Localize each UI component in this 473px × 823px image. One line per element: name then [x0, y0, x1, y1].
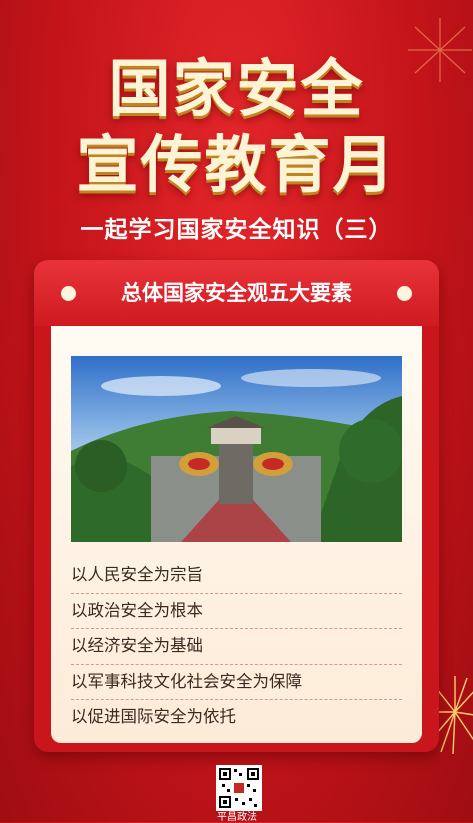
- poster-subtitle: 一起学习国家安全知识（三）: [80, 217, 393, 243]
- list-item: 以政治安全为根本: [71, 594, 402, 629]
- list-item: 以人民安全为宗旨: [71, 558, 402, 594]
- poster-title-line-2: 宣传教育月: [76, 128, 397, 201]
- header-dot-right: [397, 286, 412, 301]
- card-body: 以人民安全为宗旨 以政治安全为根本 以经济安全为基础 以军事科技文化社会安全为保…: [51, 326, 422, 743]
- card-title: 总体国家安全观五大要素: [121, 281, 352, 305]
- five-elements-list: 以人民安全为宗旨 以政治安全为根本 以经济安全为基础 以军事科技文化社会安全为保…: [71, 558, 402, 735]
- qr-code-label: 平昌政法: [217, 812, 257, 823]
- memorial-landscape-photo: [71, 356, 402, 542]
- qr-code[interactable]: [216, 765, 262, 811]
- list-item: 以促进国际安全为依托: [71, 707, 236, 726]
- list-item: 以军事科技文化社会安全为保障: [71, 665, 402, 700]
- list-item: 以经济安全为基础: [71, 629, 402, 665]
- content-card: 总体国家安全观五大要素 以人民安全为宗旨 以政治安全为根本 以经济安全为基础 以…: [34, 260, 439, 752]
- card-header: 总体国家安全观五大要素: [34, 260, 439, 326]
